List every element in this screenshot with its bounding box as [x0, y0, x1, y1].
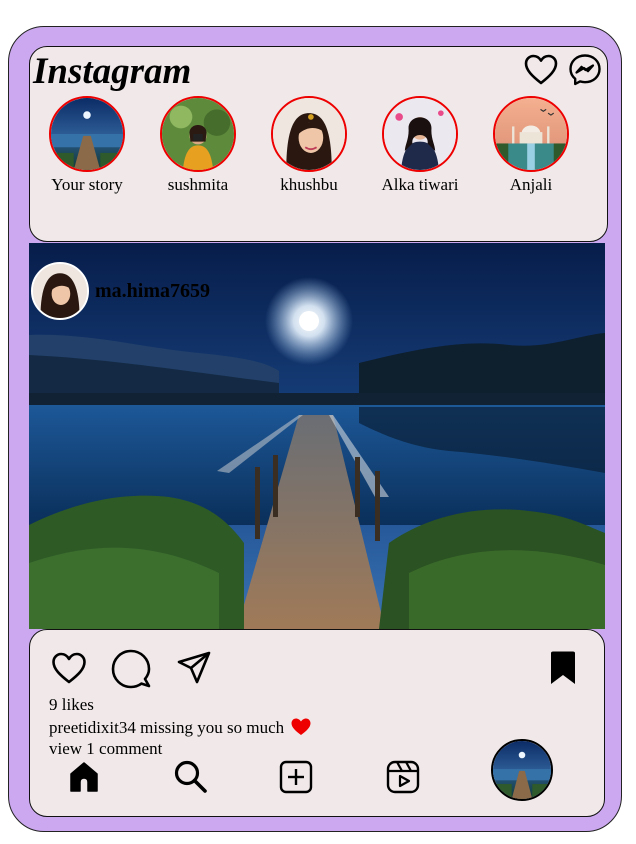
post-username[interactable]: ma.hima7659	[95, 280, 210, 303]
header-card: Instagram Your story sushmita khushbu Al…	[29, 46, 608, 242]
heart-icon[interactable]	[524, 53, 558, 87]
story-avatar[interactable]	[382, 96, 458, 172]
search-icon[interactable]	[173, 759, 207, 793]
story-name: khushbu	[280, 175, 338, 194]
reels-icon[interactable]	[386, 760, 420, 794]
share-icon[interactable]	[176, 650, 212, 686]
story-alka-tiwari[interactable]: Alka tiwari	[370, 96, 470, 195]
post-header: ma.hima7659	[31, 262, 210, 320]
likes-count[interactable]: 9 likes	[49, 696, 94, 713]
profile-avatar[interactable]	[491, 739, 553, 801]
story-anjali[interactable]: Anjali	[481, 96, 581, 195]
post-image[interactable]: ma.hima7659	[29, 243, 605, 629]
caption-username[interactable]: preetidixit34	[49, 718, 136, 737]
caption-text: missing you so much	[140, 718, 285, 737]
app-logo[interactable]: Instagram	[33, 53, 191, 90]
story-avatar[interactable]	[160, 96, 236, 172]
red-heart-icon	[291, 718, 311, 736]
like-icon[interactable]	[51, 651, 87, 685]
post-avatar[interactable]	[31, 262, 89, 320]
story-avatar[interactable]	[271, 96, 347, 172]
story-avatar[interactable]	[493, 96, 569, 172]
bookmark-icon[interactable]	[548, 650, 578, 686]
story-avatar[interactable]	[49, 96, 125, 172]
messenger-icon[interactable]	[568, 53, 602, 87]
caption: preetidixit34 missing you so much	[49, 718, 311, 736]
stories-row: Your story sushmita khushbu Alka tiwari	[30, 96, 607, 206]
view-comments-link[interactable]: view 1 comment	[49, 740, 162, 757]
create-icon[interactable]	[279, 760, 313, 794]
story-sushmita[interactable]: sushmita	[148, 96, 248, 195]
post-actions-card: 9 likes preetidixit34 missing you so muc…	[29, 629, 605, 817]
story-khushbu[interactable]: khushbu	[259, 96, 359, 195]
story-name: Your story	[51, 175, 123, 194]
story-name: Anjali	[509, 175, 553, 194]
story-name: Alka tiwari	[381, 175, 459, 194]
story-your-story[interactable]: Your story	[37, 96, 137, 195]
comment-icon[interactable]	[111, 649, 151, 689]
story-name: sushmita	[167, 175, 229, 194]
home-icon[interactable]	[68, 761, 100, 793]
